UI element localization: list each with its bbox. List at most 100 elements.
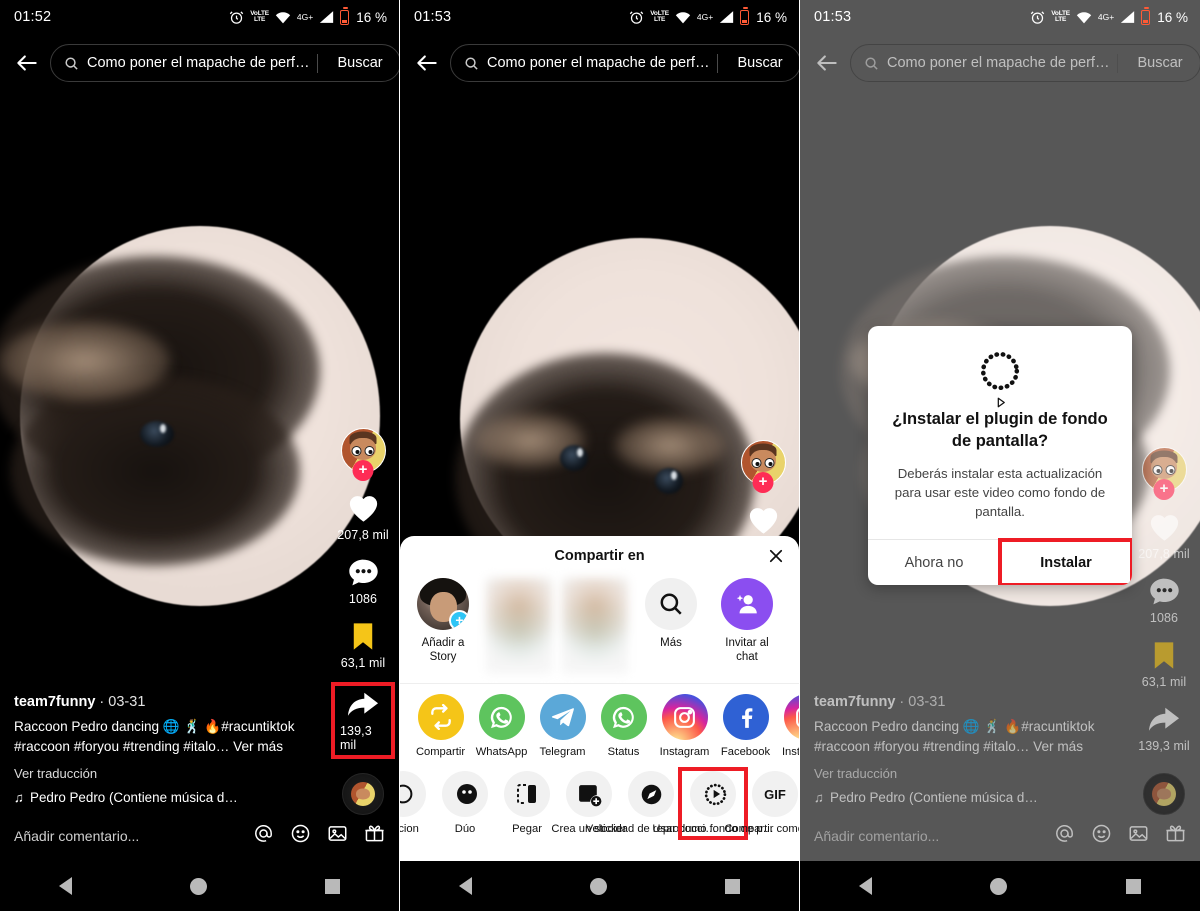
divider: [1117, 53, 1119, 73]
action-compartir-gif[interactable]: GIF Compartir como GIF: [724, 771, 799, 836]
nav-back-icon[interactable]: [59, 877, 72, 895]
follow-button[interactable]: +: [1153, 479, 1175, 500]
comment-button[interactable]: 1086: [348, 558, 379, 606]
search-input[interactable]: Como poner el mapache de perf… Buscar: [450, 44, 799, 82]
interaction-rail: +: [735, 440, 791, 551]
nav-home-icon[interactable]: [990, 877, 1008, 895]
at-icon[interactable]: [253, 823, 274, 849]
share-button[interactable]: 139,3 mil: [331, 682, 395, 759]
action-pegar[interactable]: Pegar: [496, 771, 558, 836]
emoji-icon[interactable]: [1091, 823, 1112, 849]
bookmark-icon: [1152, 641, 1176, 670]
nav-back-icon[interactable]: [859, 877, 873, 895]
not-now-button[interactable]: Ahora no: [868, 540, 1000, 585]
comment-bar-icons: [253, 823, 385, 849]
nav-home-icon[interactable]: [190, 877, 207, 895]
story-avatar: +: [417, 578, 469, 630]
favorite-button[interactable]: 63,1 mil: [1142, 641, 1187, 689]
sticker-icon: [566, 771, 612, 817]
android-nav-bar: [400, 861, 799, 911]
battery-icon: [340, 7, 350, 25]
video-caption: team7funny · 03-31 Raccoon Pedro dancing…: [14, 694, 314, 805]
dialog-body: ¿Instalar el plugin de fondo de pantalla…: [868, 326, 1132, 539]
heart-icon: [347, 493, 380, 523]
separator: ·: [899, 694, 905, 710]
see-more-link[interactable]: Ver más: [1033, 739, 1083, 754]
add-comment-input[interactable]: Añadir comentario...: [814, 828, 939, 844]
search-input[interactable]: Como poner el mapache de perf… Buscar: [50, 44, 399, 82]
volte-icon: VoLTE LTE: [250, 9, 269, 23]
like-button[interactable]: 207,8 mil: [337, 493, 389, 542]
caption-author-line[interactable]: team7funny · 03-31: [814, 694, 1114, 710]
search-submit-button[interactable]: Buscar: [326, 55, 393, 71]
close-icon[interactable]: [767, 547, 785, 565]
share-app-facebook[interactable]: Facebook: [715, 694, 776, 759]
friend-suggestion-blurred[interactable]: [562, 578, 628, 674]
install-button[interactable]: Instalar: [998, 538, 1132, 585]
instagram-icon: [661, 694, 708, 740]
share-app-telegram[interactable]: Telegram: [532, 694, 593, 759]
android-nav-bar: [800, 861, 1200, 911]
action-duo[interactable]: Dúo: [434, 771, 496, 836]
search-icon: [64, 56, 79, 71]
arrow-left-icon[interactable]: [814, 50, 840, 76]
nav-recents-icon[interactable]: [725, 878, 740, 894]
search-input[interactable]: Como poner el mapache de perf… Buscar: [850, 44, 1200, 82]
add-comment-input[interactable]: Añadir comentario...: [14, 828, 139, 844]
like-button[interactable]: 207,8 mil: [1138, 512, 1190, 561]
comment-button[interactable]: 1086: [1149, 577, 1180, 625]
music-row[interactable]: ♫ Pedro Pedro (Contiene música d…: [814, 790, 1114, 805]
caption-author-line[interactable]: team7funny · 03-31: [14, 694, 314, 710]
see-translation-link[interactable]: Ver traducción: [14, 766, 314, 781]
gift-icon[interactable]: [364, 823, 385, 849]
see-more-link[interactable]: Ver más: [233, 739, 283, 754]
music-disc-avatar: [1152, 782, 1176, 806]
share-button[interactable]: 139,3 mil: [1138, 705, 1190, 753]
share-app-compartir[interactable]: Compartir: [410, 694, 471, 759]
like-button[interactable]: [747, 505, 780, 535]
music-row[interactable]: ♫ Pedro Pedro (Contiene música d…: [14, 790, 314, 805]
share-app-instagram-direct[interactable]: Insta Di…: [776, 694, 799, 759]
heart-icon: [1148, 512, 1181, 542]
author-avatar[interactable]: +: [740, 440, 786, 493]
arrow-left-icon[interactable]: [414, 50, 440, 76]
favorite-button[interactable]: 63,1 mil: [341, 622, 386, 670]
search-icon: [864, 56, 879, 71]
gift-icon[interactable]: [1165, 823, 1186, 849]
dialog-message: Deberás instalar esta actualización para…: [894, 466, 1106, 519]
battery-icon: [740, 7, 750, 25]
video-frame-raccoon: [0, 226, 380, 606]
emoji-icon[interactable]: [290, 823, 311, 849]
share-app-instagram[interactable]: Instagram: [654, 694, 715, 759]
action-reaccion[interactable]: …cion: [400, 771, 434, 836]
search-submit-button[interactable]: Buscar: [726, 55, 793, 71]
network-type-label: 4G+: [696, 12, 714, 22]
nav-home-icon[interactable]: [590, 877, 607, 895]
separator: ·: [99, 694, 105, 710]
nav-recents-icon[interactable]: [325, 878, 340, 894]
follow-button[interactable]: +: [352, 460, 374, 481]
nav-back-icon[interactable]: [459, 877, 472, 895]
share-app-whatsapp[interactable]: WhatsApp: [471, 694, 532, 759]
dialog-actions: Ahora no Instalar: [868, 538, 1132, 585]
friend-suggestion-blurred[interactable]: [486, 578, 552, 674]
raccoon-mask-band: [0, 321, 170, 401]
invite-to-chat-button[interactable]: Invitar al chat: [714, 578, 780, 664]
at-icon[interactable]: [1054, 823, 1075, 849]
music-disc[interactable]: [342, 773, 384, 815]
add-to-story-button[interactable]: + Añadir a Story: [410, 578, 476, 664]
see-translation-link[interactable]: Ver traducción: [814, 766, 1114, 781]
music-disc[interactable]: [1143, 773, 1185, 815]
share-app-status[interactable]: Status: [593, 694, 654, 759]
arrow-left-icon[interactable]: [14, 50, 40, 76]
post-date: 03-31: [108, 694, 146, 710]
search-submit-button[interactable]: Buscar: [1126, 55, 1193, 71]
follow-button[interactable]: +: [752, 472, 774, 493]
image-icon[interactable]: [1128, 823, 1149, 849]
author-avatar[interactable]: +: [340, 428, 386, 481]
more-targets-button[interactable]: Más: [638, 578, 704, 650]
facebook-icon: [722, 694, 769, 740]
author-avatar[interactable]: +: [1141, 447, 1187, 500]
image-icon[interactable]: [327, 823, 348, 849]
nav-recents-icon[interactable]: [1125, 878, 1141, 894]
